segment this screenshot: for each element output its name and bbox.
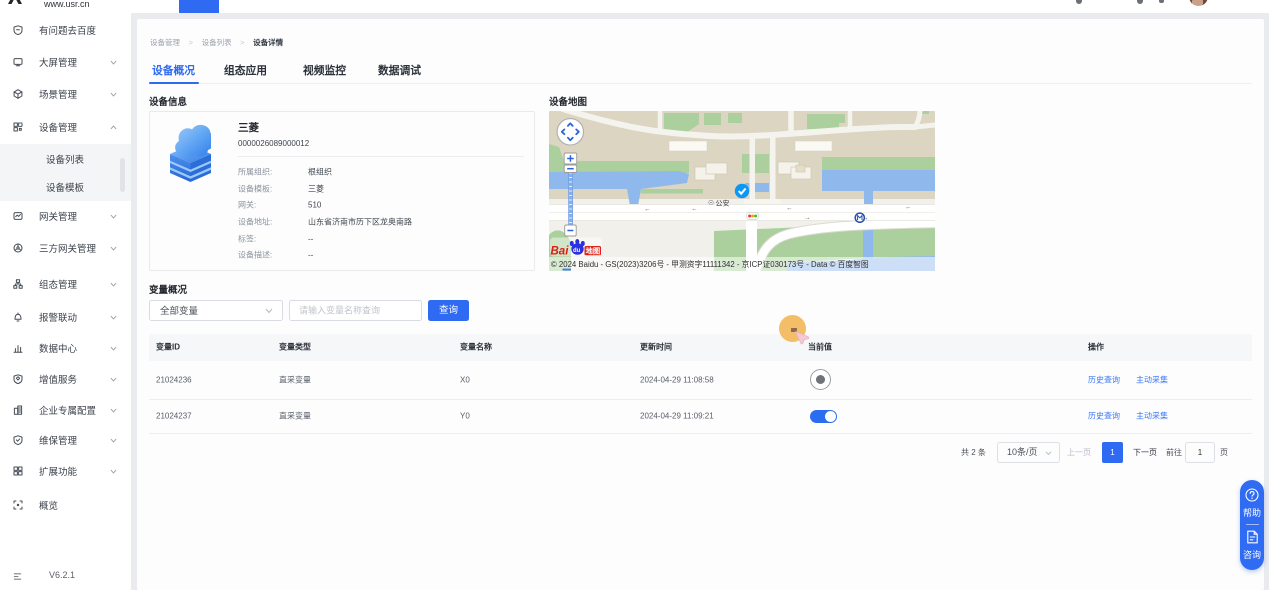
svg-text:Bai: Bai [551,245,570,257]
svg-text:←: ← [905,204,912,211]
svg-text:←: ← [691,205,698,212]
svg-text:←: ← [644,206,651,213]
svg-text:© 2024 Baidu - GS(2023)3206号 -: © 2024 Baidu - GS(2023)3206号 - 甲测资字11111… [551,259,869,269]
svg-text:du: du [573,248,581,254]
svg-text:公安: 公安 [716,198,730,207]
svg-text:←: ← [786,205,793,212]
svg-text:地图: 地图 [586,246,601,255]
svg-text:→: → [804,214,811,221]
